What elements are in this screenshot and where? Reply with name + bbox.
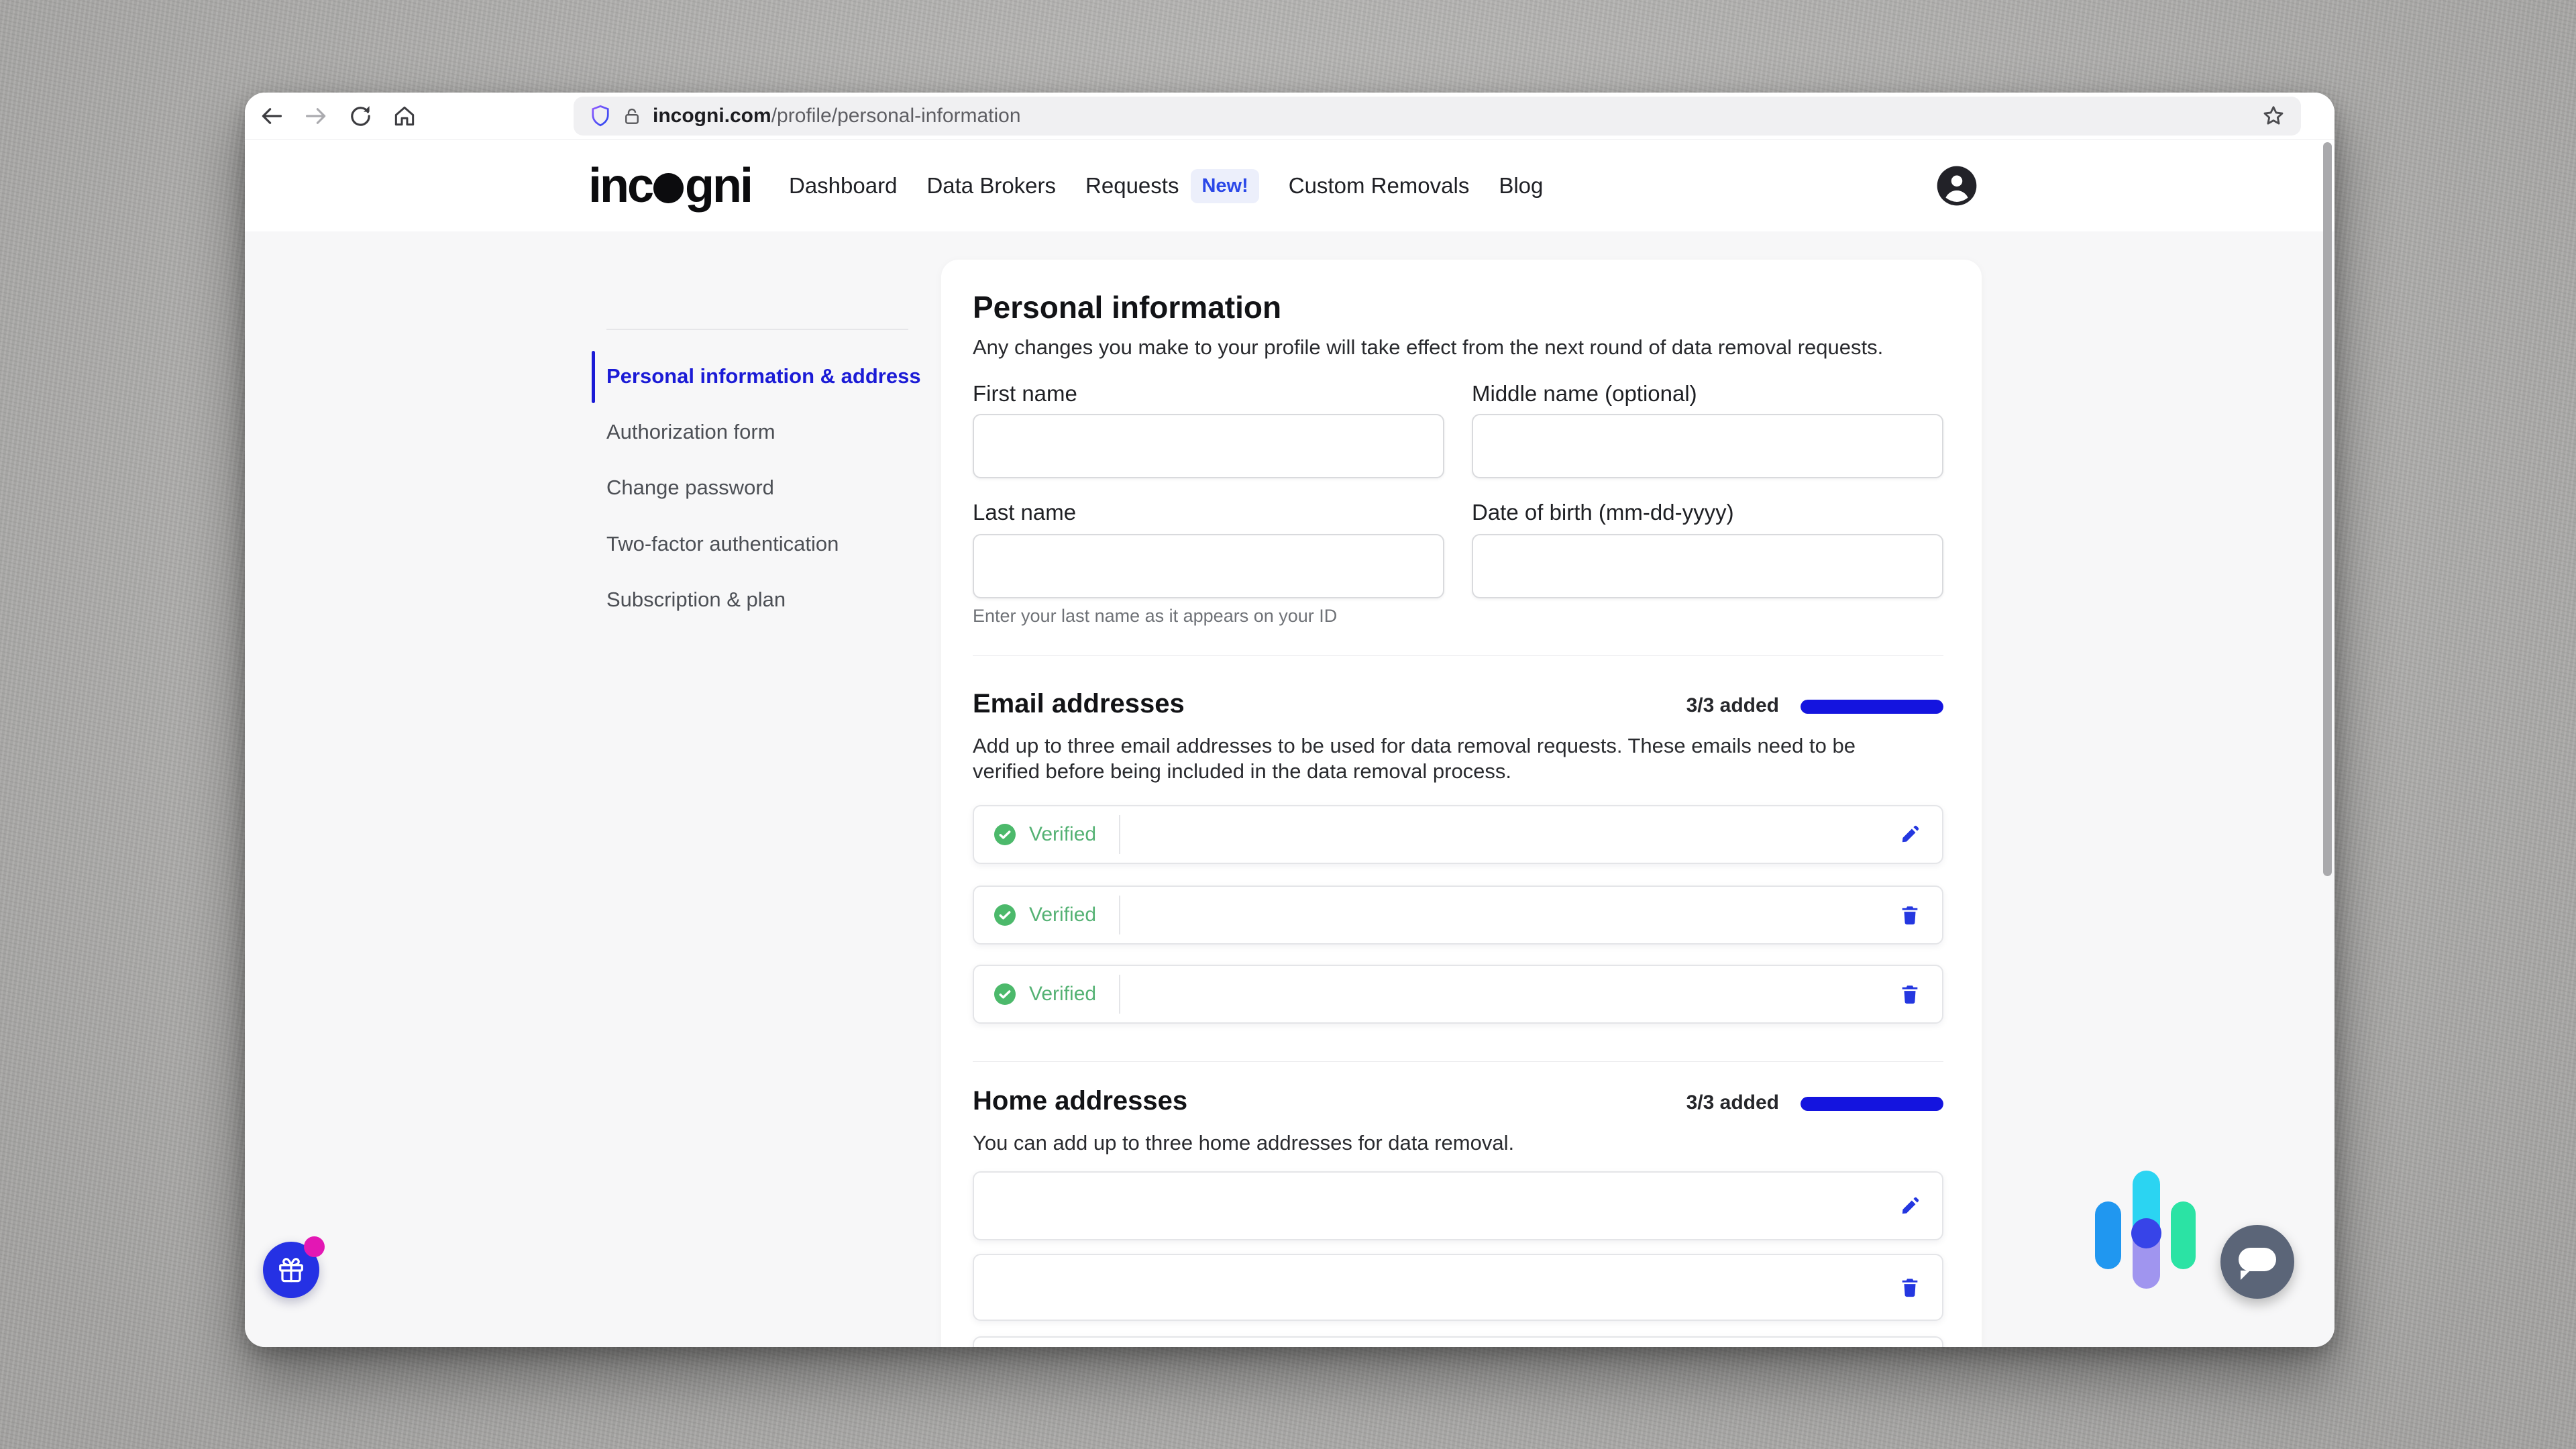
verified-badge: Verified [1029, 904, 1096, 926]
verified-check-icon [994, 824, 1016, 845]
last-name-input[interactable] [973, 534, 1444, 598]
nav-link-requests[interactable]: Requests [1085, 173, 1179, 199]
sidebar-item-personal-information[interactable]: Personal information & address [606, 362, 921, 391]
nav-link-data-brokers[interactable]: Data Brokers [926, 173, 1056, 199]
nav-link-custom-removals[interactable]: Custom Removals [1289, 173, 1470, 199]
edit-email-button[interactable] [1895, 820, 1925, 849]
new-badge: New! [1191, 169, 1258, 203]
url-text: incogni.com/profile/personal-information [653, 105, 1021, 127]
gift-notification-dot [304, 1236, 325, 1257]
trash-icon [1898, 1276, 1921, 1299]
sidebar-item-subscription[interactable]: Subscription & plan [606, 585, 786, 614]
sidebar-item-two-factor[interactable]: Two-factor authentication [606, 529, 839, 559]
avatar-icon [1935, 164, 1978, 207]
beamer-bar-green [2171, 1201, 2196, 1269]
emails-description: Add up to three email addresses to be us… [973, 733, 1905, 784]
middle-name-label: Middle name (optional) [1472, 381, 1697, 407]
row-separator [1119, 975, 1120, 1014]
edit-address-button[interactable] [1895, 1191, 1925, 1221]
address-row [973, 1171, 1943, 1240]
nav-link-dashboard[interactable]: Dashboard [789, 173, 897, 199]
back-arrow-icon [259, 103, 284, 129]
row-separator [1119, 815, 1120, 854]
address-row [973, 1254, 1943, 1321]
beamer-circle [2131, 1218, 2161, 1248]
row-separator [1119, 896, 1120, 934]
browser-window: incogni.com/profile/personal-information… [245, 93, 2334, 1347]
beamer-bar-blue [2095, 1201, 2121, 1269]
forward-arrow-icon [303, 103, 329, 129]
dob-input[interactable] [1472, 534, 1943, 598]
delete-address-button[interactable] [1895, 1273, 1925, 1302]
emails-counter: 3/3 added [1686, 694, 1779, 717]
reload-icon [347, 103, 373, 129]
tracking-protection-shield-icon[interactable] [588, 104, 612, 128]
site-navbar: incgni Dashboard Data Brokers Requests N… [245, 140, 2334, 231]
trash-icon [1898, 983, 1921, 1006]
section-divider [973, 1061, 1943, 1062]
reload-button[interactable] [343, 99, 378, 133]
pencil-icon [1898, 823, 1921, 846]
logo-text-suffix: gni [685, 158, 751, 213]
delete-email-button[interactable] [1895, 979, 1925, 1009]
emails-progress-fill [1801, 700, 1943, 714]
addresses-progress-fill [1801, 1097, 1943, 1111]
addresses-description: You can add up to three home addresses f… [973, 1130, 1514, 1156]
bookmark-star-button[interactable] [2261, 103, 2286, 129]
live-chat-button[interactable] [2220, 1225, 2294, 1299]
forward-button[interactable] [299, 99, 333, 133]
sidebar-item-change-password[interactable]: Change password [606, 473, 774, 502]
emails-progress-bar [1801, 700, 1943, 714]
address-row [973, 1336, 1943, 1347]
page-title: Personal information [973, 289, 1281, 325]
incogni-logo[interactable]: incgni [588, 158, 751, 213]
logo-text-prefix: inc [588, 158, 652, 213]
last-name-hint: Enter your last name as it appears on yo… [973, 606, 1337, 627]
verified-badge: Verified [1029, 983, 1096, 1006]
nav-link-blog[interactable]: Blog [1499, 173, 1543, 199]
star-icon [2261, 103, 2286, 129]
url-bar[interactable]: incogni.com/profile/personal-information [574, 97, 2301, 136]
addresses-section-title: Home addresses [973, 1086, 1187, 1116]
sidebar-divider [606, 329, 908, 330]
lock-icon [622, 106, 642, 126]
profile-card: Personal information Any changes you mak… [941, 260, 1982, 1347]
scrollbar-thumb[interactable] [2323, 142, 2332, 876]
delete-email-button[interactable] [1895, 900, 1925, 930]
trash-icon [1898, 904, 1921, 926]
first-name-input[interactable] [973, 414, 1444, 478]
email-row: Verified [973, 805, 1943, 864]
chat-bubble-tail [2241, 1271, 2250, 1280]
verified-badge: Verified [1029, 823, 1096, 846]
gift-icon [276, 1254, 307, 1285]
verified-check-icon [994, 983, 1016, 1005]
url-domain: incogni.com [653, 105, 771, 127]
personal-description: Any changes you make to your profile wil… [973, 335, 1883, 360]
email-row: Verified [973, 885, 1943, 945]
first-name-label: First name [973, 381, 1077, 407]
url-path: /profile/personal-information [771, 105, 1021, 127]
last-name-label: Last name [973, 500, 1076, 525]
home-icon [392, 103, 417, 129]
pencil-icon [1898, 1195, 1921, 1218]
home-button[interactable] [387, 99, 422, 133]
emails-section-title: Email addresses [973, 689, 1185, 719]
sidebar-item-authorization-form[interactable]: Authorization form [606, 417, 775, 447]
account-menu-button[interactable] [1935, 164, 1978, 207]
email-row: Verified [973, 965, 1943, 1024]
beamer-bars-logo[interactable] [2095, 1171, 2196, 1289]
chat-bubble-icon [2239, 1248, 2276, 1271]
addresses-counter: 3/3 added [1686, 1091, 1779, 1114]
back-button[interactable] [254, 99, 289, 133]
nav-links: Dashboard Data Brokers Requests New! Cus… [789, 169, 1543, 203]
logo-o-dot [653, 173, 684, 203]
section-divider [973, 655, 1943, 656]
addresses-progress-bar [1801, 1097, 1943, 1111]
verified-check-icon [994, 904, 1016, 926]
dob-label: Date of birth (mm-dd-yyyy) [1472, 500, 1734, 525]
middle-name-input[interactable] [1472, 414, 1943, 478]
browser-toolbar: incogni.com/profile/personal-information [245, 93, 2334, 140]
profile-page: Personal information & address Authoriza… [245, 231, 2334, 1347]
